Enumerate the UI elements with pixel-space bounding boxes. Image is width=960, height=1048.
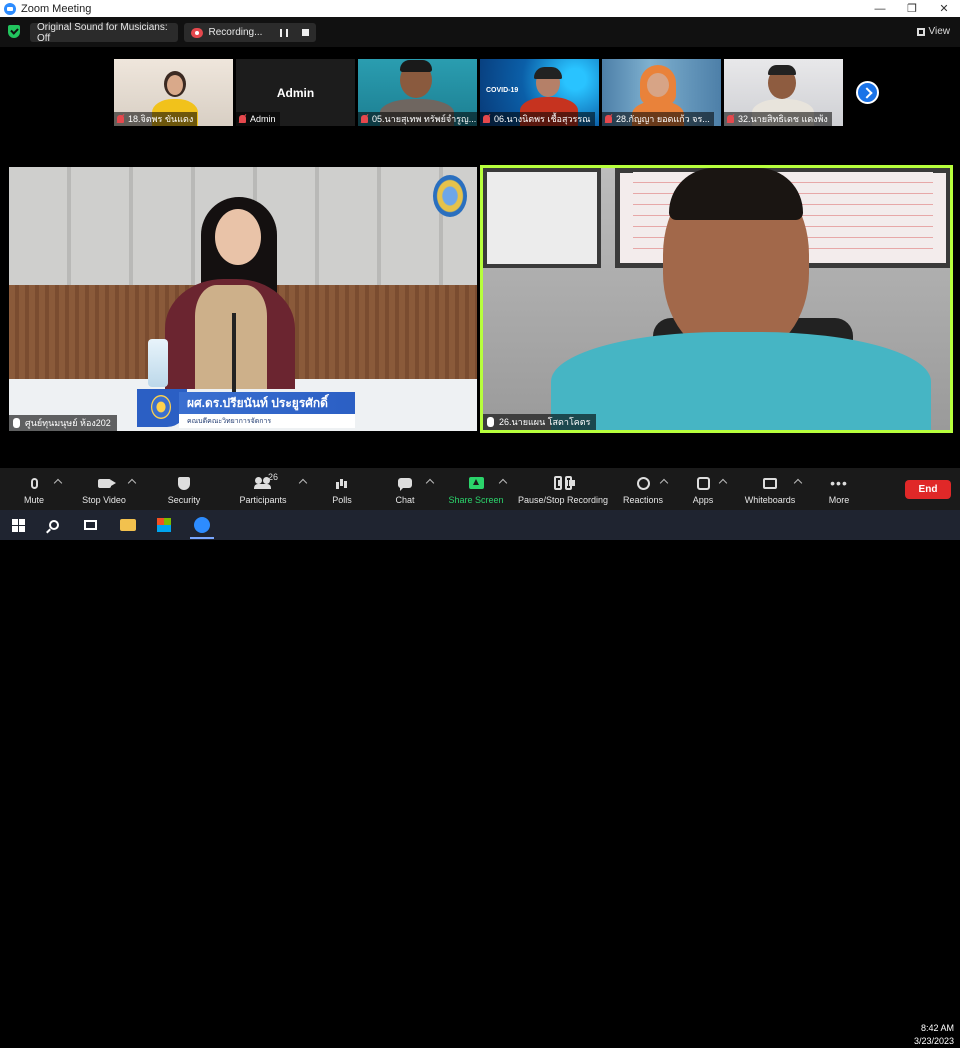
meeting-topbar: Original Sound for Musicians: Off Record… (0, 17, 960, 47)
recording-indicator: Recording... (184, 23, 316, 42)
muted-mic-icon (239, 115, 246, 123)
participant-name: 06.นางนิตพร เชื้อสุวรรณ (480, 112, 595, 126)
participant-count: 26 (268, 472, 279, 482)
folder-icon (120, 519, 136, 531)
apps-icon (696, 476, 710, 490)
file-explorer-button[interactable] (118, 515, 138, 535)
task-view-icon (83, 520, 97, 530)
video-name-label: ศูนย์ทุนมนุษย์ ห้อง202 (9, 415, 117, 431)
mute-button[interactable]: Mute (16, 468, 52, 510)
microphone-icon (30, 477, 38, 489)
security-shield-icon (178, 476, 190, 490)
muted-mic-icon (727, 115, 734, 123)
stop-recording-icon[interactable] (302, 29, 309, 36)
minimize-button[interactable]: — (864, 0, 896, 17)
microsoft-app-icon (157, 518, 171, 532)
meeting-toolbar: Mute Stop Video Security 26 Participants… (0, 468, 960, 510)
view-grid-icon (916, 27, 925, 36)
participant-name: 18.จิตพร ขันแดง (114, 112, 198, 126)
apps-options-chevron-icon[interactable] (718, 478, 728, 488)
original-sound-indicator[interactable]: Original Sound for Musicians: Off (30, 21, 178, 44)
windows-logo-icon (11, 518, 25, 532)
store-app-button[interactable] (154, 515, 174, 535)
view-button[interactable]: View (916, 26, 951, 37)
participant-name: Admin (236, 112, 280, 126)
mic-icon (13, 418, 20, 428)
video-tile-left[interactable]: ผศ.ดร.ปรียนันท์ ประยูรศักดิ์ คณบดีคณะวิท… (9, 167, 477, 431)
zoom-taskbar-button[interactable] (192, 515, 212, 535)
system-clock[interactable]: 8:42 AM 3/23/2023 (914, 1022, 954, 1048)
window-titlebar: Zoom Meeting — ❐ ✕ (0, 0, 960, 17)
active-app-indicator (190, 537, 214, 539)
original-sound-label: Original Sound for Musicians: Off (37, 21, 168, 44)
reactions-button[interactable]: Reactions (620, 468, 666, 510)
mic-icon (487, 417, 494, 427)
windows-taskbar: 8:42 AM 3/23/2023 (0, 510, 960, 1046)
muted-mic-icon (117, 115, 124, 123)
speaker-caption: ผศ.ดร.ปรียนันท์ ประยูรศักดิ์ คณบดีคณะวิท… (179, 392, 355, 428)
stop-video-button[interactable]: Stop Video (76, 468, 132, 510)
speaker-caption-subtitle: คณบดีคณะวิทยาการจัดการ (187, 418, 272, 425)
pause-stop-recording-button[interactable]: Pause/Stop Recording (516, 468, 610, 510)
whiteboards-button[interactable]: Whiteboards (740, 468, 800, 510)
participant-name: 28.กัญญา ยอดแก้ว จร... (602, 112, 714, 126)
more-button[interactable]: ••• More (824, 468, 854, 510)
end-meeting-button[interactable]: End (905, 480, 951, 499)
participant-thumbnail[interactable]: 05.นายสุเทพ ทรัพย์จำรูญ... (358, 59, 477, 126)
participants-button[interactable]: 26 Participants (236, 468, 290, 510)
covid-badge: COVID-19 (486, 87, 519, 94)
chat-button[interactable]: Chat (390, 468, 420, 510)
chat-bubble-icon (398, 478, 412, 491)
pause-recording-icon[interactable] (280, 28, 289, 37)
participant-name: 32.นายสิทธิเดช แดงพ้ง (724, 112, 832, 126)
video-tile-active-speaker[interactable]: 26.นายแผน โสดาโคตร (480, 165, 953, 433)
polls-button[interactable]: Polls (326, 468, 358, 510)
participant-thumbnail[interactable]: COVID-19 06.นางนิตพร เชื้อสุวรรณ (480, 59, 599, 126)
share-screen-icon (468, 477, 484, 489)
restore-button[interactable]: ❐ (896, 0, 928, 17)
share-screen-button[interactable]: Share Screen (446, 468, 506, 510)
speaker-caption-title: ผศ.ดร.ปรียนันท์ ประยูรศักดิ์ (179, 392, 355, 414)
stop-icon (564, 476, 574, 490)
whiteboard-icon (763, 477, 777, 489)
video-name-label: 26.นายแผน โสดาโคตร (483, 414, 597, 430)
pause-icon (554, 476, 568, 490)
clock-time: 8:42 AM (920, 1023, 954, 1033)
participant-thumbnail[interactable]: 18.จิตพร ขันแดง (114, 59, 233, 126)
recording-label: Recording... (208, 27, 263, 38)
participant-display-name: Admin (276, 86, 315, 100)
muted-mic-icon (605, 115, 612, 123)
next-page-arrow-icon[interactable] (856, 81, 879, 104)
muted-mic-icon (361, 115, 368, 123)
zoom-app-icon (194, 517, 210, 533)
recording-icon (191, 27, 203, 38)
taskbar-search-button[interactable] (44, 515, 64, 535)
apps-button[interactable]: Apps (688, 468, 718, 510)
participant-thumbnail[interactable]: 28.กัญญา ยอดแก้ว จร... (602, 59, 721, 126)
start-button[interactable] (8, 515, 28, 535)
clock-date: 3/23/2023 (913, 1036, 954, 1046)
reactions-smiley-icon (636, 476, 650, 490)
polls-chart-icon (336, 477, 348, 489)
chat-options-chevron-icon[interactable] (425, 478, 435, 488)
more-dots-icon: ••• (830, 475, 848, 491)
close-button[interactable]: ✕ (928, 0, 960, 17)
participants-options-chevron-icon[interactable] (298, 478, 308, 488)
university-seal-icon (433, 175, 467, 217)
participant-thumbnail[interactable]: 32.นายสิทธิเดช แดงพ้ง (724, 59, 843, 126)
encryption-shield-icon[interactable] (8, 25, 20, 38)
muted-mic-icon (483, 115, 490, 123)
search-icon (49, 520, 59, 530)
participant-name: 05.นายสุเทพ ทรัพย์จำรูญ... (358, 112, 477, 126)
participant-thumbnail[interactable]: Admin Admin (236, 59, 355, 126)
window-title: Zoom Meeting (21, 2, 92, 15)
zoom-logo-icon (4, 2, 16, 15)
task-view-button[interactable] (80, 515, 100, 535)
view-label: View (928, 26, 951, 37)
video-camera-icon (97, 478, 116, 488)
audio-options-chevron-icon[interactable] (53, 478, 63, 488)
security-button[interactable]: Security (162, 468, 206, 510)
